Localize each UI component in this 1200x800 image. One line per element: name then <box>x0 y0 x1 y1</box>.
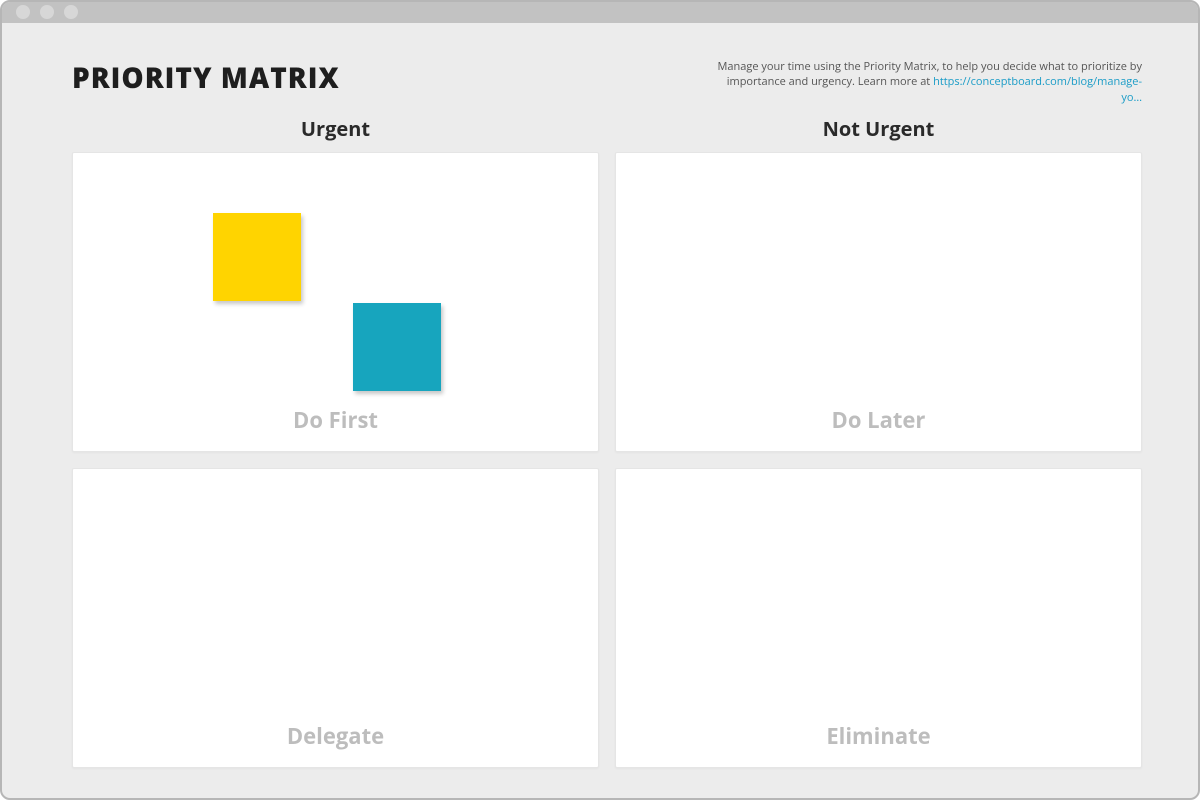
page-title: PRIORITY MATRIX <box>72 59 340 97</box>
quadrant-delegate[interactable]: Delegate <box>72 468 599 768</box>
header-row: PRIORITY MATRIX Manage your time using t… <box>72 59 1142 105</box>
canvas-area[interactable]: PRIORITY MATRIX Manage your time using t… <box>2 23 1198 798</box>
column-headers: Urgent Not Urgent <box>72 115 1142 142</box>
window-control-maximize[interactable] <box>64 5 78 19</box>
learn-more-link[interactable]: https://conceptboard.com/blog/manage-yo… <box>933 74 1142 104</box>
quadrant-eliminate[interactable]: Eliminate <box>615 468 1142 768</box>
quadrant-label: Do First <box>293 405 378 435</box>
window-frame: PRIORITY MATRIX Manage your time using t… <box>0 0 1200 800</box>
window-control-minimize[interactable] <box>40 5 54 19</box>
quadrant-label: Eliminate <box>826 721 930 751</box>
quadrant-label: Do Later <box>832 405 926 435</box>
quadrant-label: Delegate <box>287 721 384 751</box>
sticky-note-yellow[interactable] <box>213 213 301 301</box>
quadrant-do-first[interactable]: Do First <box>72 152 599 452</box>
matrix-wrap: Important Not Important Do First Do Late… <box>72 152 1142 768</box>
priority-grid: Do First Do Later Delegate Eliminate <box>72 152 1142 768</box>
page-description: Manage your time using the Priority Matr… <box>712 59 1142 105</box>
column-header-urgent: Urgent <box>72 115 599 142</box>
sticky-note-teal[interactable] <box>353 303 441 391</box>
column-header-not-urgent: Not Urgent <box>615 115 1142 142</box>
window-control-close[interactable] <box>16 5 30 19</box>
window-titlebar <box>2 2 1198 23</box>
quadrant-do-later[interactable]: Do Later <box>615 152 1142 452</box>
